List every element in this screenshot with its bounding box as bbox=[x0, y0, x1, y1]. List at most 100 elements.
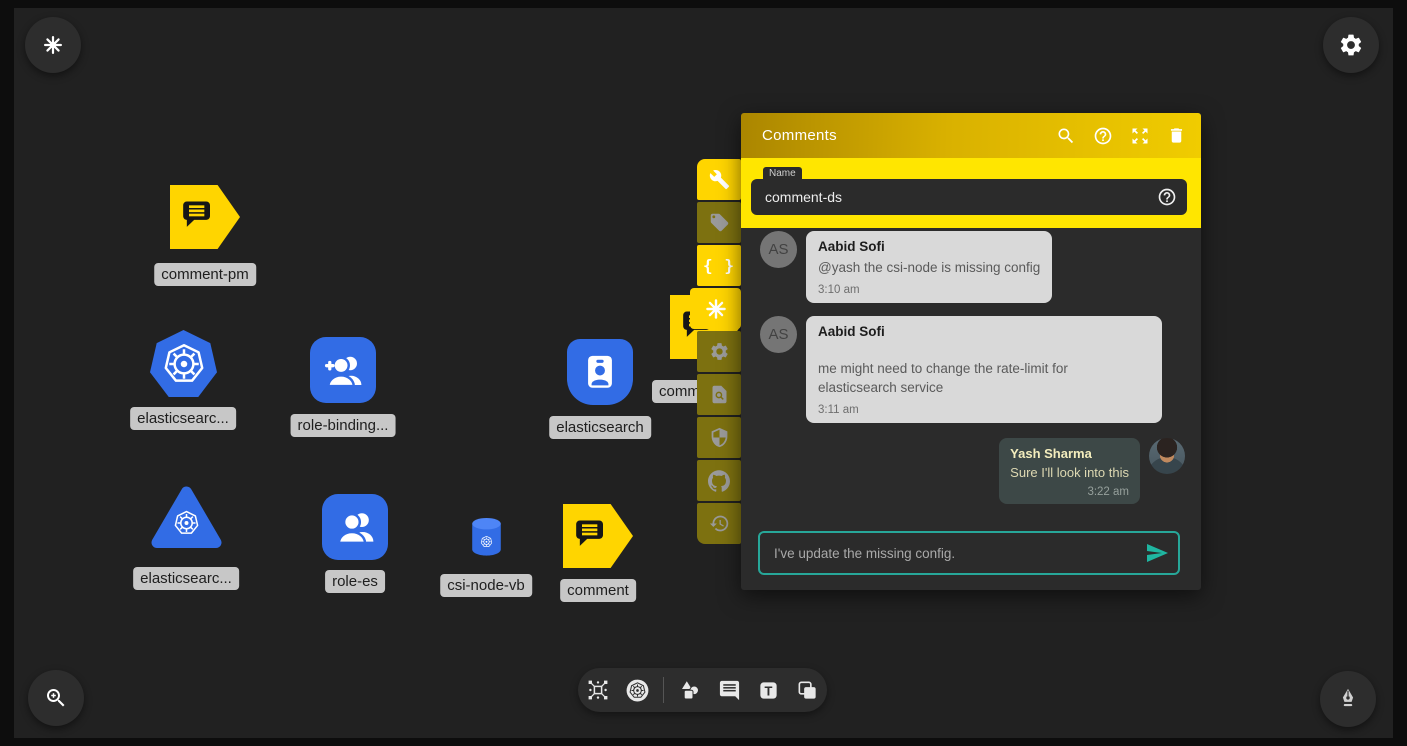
message-author: Aabid Sofi bbox=[818, 324, 1150, 339]
delete-button[interactable] bbox=[1166, 125, 1187, 146]
pen-tool-button[interactable] bbox=[1320, 671, 1376, 727]
node-role-es[interactable]: role-es bbox=[322, 494, 388, 560]
node-label: comment-pm bbox=[154, 263, 256, 286]
pen-nib-icon bbox=[1335, 686, 1361, 712]
message-text: @yash the csi-node is missing config bbox=[818, 258, 1040, 277]
help-icon bbox=[1157, 187, 1177, 207]
gear-icon bbox=[709, 341, 730, 362]
node-label: elasticsearch bbox=[549, 416, 651, 439]
name-field-label: Name bbox=[763, 167, 802, 179]
shield-icon bbox=[709, 427, 730, 448]
history-icon bbox=[709, 513, 730, 534]
node-label: csi-node-vb bbox=[440, 574, 532, 597]
dock-validate-button[interactable] bbox=[697, 374, 741, 415]
image-tool-button[interactable] bbox=[794, 677, 820, 703]
message-row: Yash Sharma Sure I'll look into this 3:2… bbox=[760, 438, 1185, 504]
kubernetes-asterisk-icon bbox=[704, 297, 728, 321]
kubernetes-heptagon-icon bbox=[150, 330, 217, 397]
name-field[interactable]: Name bbox=[751, 179, 1187, 215]
panel-dock-toolbar: { } bbox=[697, 159, 741, 544]
node-label: role-es bbox=[325, 570, 385, 593]
node-elasticsearch-serviceaccount[interactable]: elasticsearch bbox=[567, 339, 633, 405]
node-comment[interactable]: comment bbox=[563, 504, 633, 568]
dock-tag-button[interactable] bbox=[697, 202, 741, 243]
expand-icon bbox=[1130, 126, 1150, 146]
node-comment-pm[interactable]: comment-pm bbox=[170, 185, 240, 249]
expand-button[interactable] bbox=[1129, 125, 1150, 146]
text-tool-button[interactable]: T bbox=[755, 677, 781, 703]
node-role-binding[interactable]: role-binding... bbox=[310, 337, 376, 403]
toolbar-divider bbox=[663, 677, 664, 703]
send-icon bbox=[1145, 541, 1169, 565]
message-time: 3:10 am bbox=[818, 284, 1040, 296]
composer-input[interactable] bbox=[758, 531, 1180, 575]
message-text: me might need to change the rate-limit f… bbox=[818, 359, 1150, 397]
message-author: Yash Sharma bbox=[1010, 446, 1129, 461]
message-row: AS Aabid Sofi @yash the csi-node is miss… bbox=[760, 231, 1187, 303]
search-icon bbox=[1056, 126, 1076, 146]
comment-node-icon bbox=[170, 185, 240, 249]
dock-configure-button[interactable] bbox=[697, 159, 741, 200]
message-list: AS Aabid Sofi @yash the csi-node is miss… bbox=[741, 228, 1201, 528]
storage-cylinder-icon bbox=[470, 517, 503, 562]
dock-history-button[interactable] bbox=[697, 503, 741, 544]
node-label: elasticsearc... bbox=[130, 407, 236, 430]
gear-icon bbox=[1338, 32, 1364, 58]
panel-title: Comments bbox=[762, 127, 1055, 144]
file-search-icon bbox=[709, 384, 730, 405]
role-icon bbox=[322, 494, 388, 560]
avatar: AS bbox=[760, 231, 797, 268]
dock-github-button[interactable] bbox=[697, 460, 741, 501]
name-help-button[interactable] bbox=[1157, 187, 1177, 207]
node-elasticsearch-triangle[interactable]: elasticsearc... bbox=[150, 484, 223, 555]
dock-security-button[interactable] bbox=[697, 417, 741, 458]
braces-icon: { } bbox=[703, 256, 735, 275]
github-icon bbox=[708, 470, 730, 492]
kubernetes-tool-button[interactable] bbox=[624, 677, 650, 703]
text-icon: T bbox=[757, 679, 780, 702]
svg-text:T: T bbox=[764, 683, 772, 698]
message-row: AS Aabid Sofi me might need to change th… bbox=[760, 316, 1187, 423]
wrench-icon bbox=[709, 169, 730, 190]
avatar: AS bbox=[760, 316, 797, 353]
kubernetes-icon bbox=[625, 678, 650, 703]
help-button[interactable] bbox=[1092, 125, 1113, 146]
shapes-tool-button[interactable] bbox=[677, 677, 703, 703]
comments-panel: Comments Name bbox=[741, 113, 1201, 590]
infrastructure-icon bbox=[586, 678, 610, 702]
tag-icon bbox=[709, 212, 730, 233]
bottom-toolbar: T bbox=[578, 668, 827, 712]
dock-json-button[interactable]: { } bbox=[697, 245, 741, 286]
zoom-button[interactable] bbox=[28, 670, 84, 726]
kubernetes-asterisk-icon bbox=[42, 34, 64, 56]
dock-settings-button[interactable] bbox=[697, 331, 741, 372]
composer bbox=[758, 531, 1180, 575]
node-csi-node-vb[interactable]: csi-node-vb bbox=[470, 517, 503, 562]
comment-tool-button[interactable] bbox=[716, 677, 742, 703]
zoom-in-icon bbox=[44, 686, 68, 710]
message-bubble: Aabid Sofi @yash the csi-node is missing… bbox=[806, 231, 1052, 303]
node-label: role-binding... bbox=[291, 414, 396, 437]
dock-kubernetes-button[interactable] bbox=[690, 288, 741, 329]
comments-panel-header[interactable]: Comments bbox=[741, 113, 1201, 158]
node-elasticsearch-heptagon[interactable]: elasticsearc... bbox=[150, 330, 217, 397]
message-bubble: Yash Sharma Sure I'll look into this 3:2… bbox=[999, 438, 1140, 504]
message-bubble: Aabid Sofi me might need to change the r… bbox=[806, 316, 1162, 423]
message-author: Aabid Sofi bbox=[818, 239, 1040, 254]
message-time: 3:22 am bbox=[1010, 486, 1129, 498]
role-binding-icon bbox=[310, 337, 376, 403]
search-button[interactable] bbox=[1055, 125, 1076, 146]
message-time: 3:11 am bbox=[818, 404, 1150, 416]
message-text: Sure I'll look into this bbox=[1010, 465, 1129, 480]
send-button[interactable] bbox=[1145, 541, 1169, 565]
shapes-icon bbox=[678, 678, 702, 702]
name-section: Name bbox=[741, 158, 1201, 228]
trash-icon bbox=[1167, 126, 1186, 145]
app-canvas: comment-pm elasticsearc... role-binding.… bbox=[0, 0, 1407, 746]
settings-button[interactable] bbox=[1323, 17, 1379, 73]
help-icon bbox=[1093, 126, 1113, 146]
name-input[interactable] bbox=[751, 179, 1187, 215]
infrastructure-tool-button[interactable] bbox=[585, 677, 611, 703]
comment-node-icon bbox=[563, 504, 633, 568]
kubernetes-context-button[interactable] bbox=[25, 17, 81, 73]
